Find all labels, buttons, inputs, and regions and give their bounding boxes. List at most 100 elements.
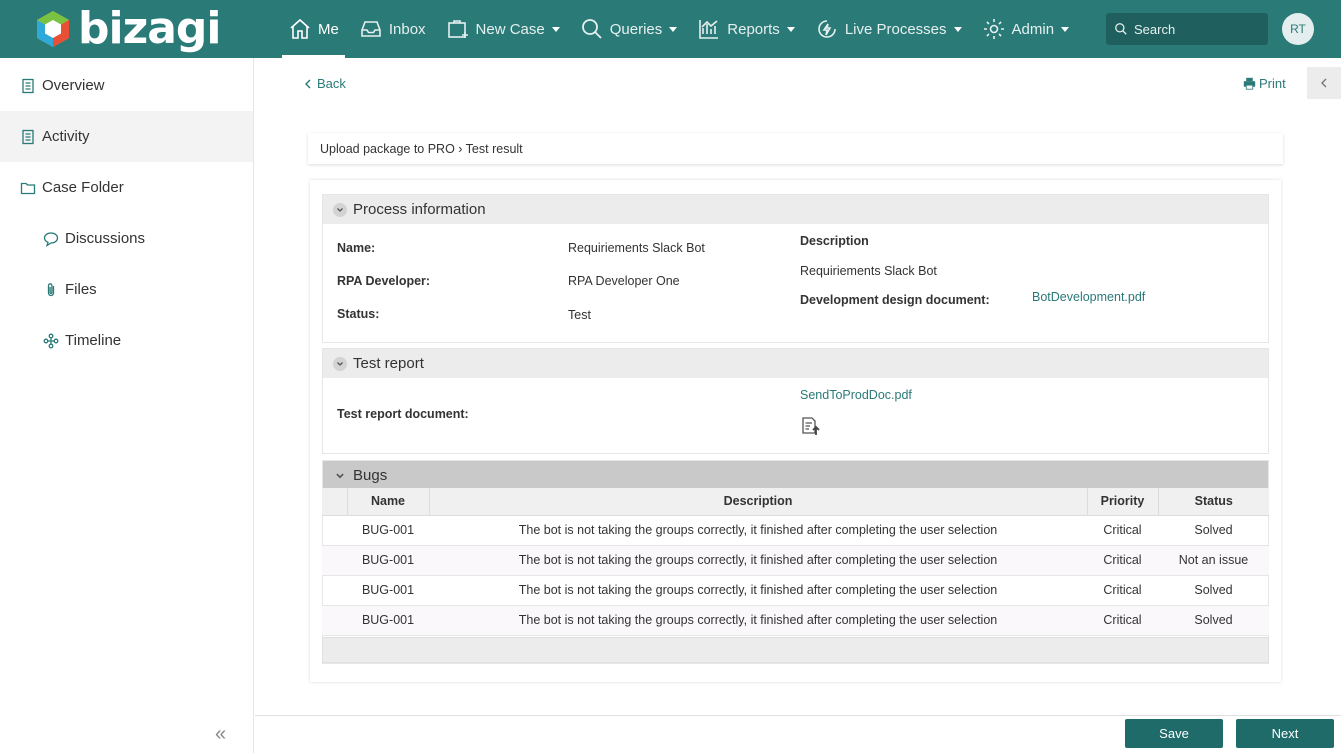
home-icon: [290, 18, 310, 39]
nav-queries[interactable]: Queries: [570, 0, 688, 58]
sidebar-item-label: Timeline: [65, 332, 122, 349]
section-title: Bugs: [353, 467, 388, 484]
new-case-icon: [447, 20, 468, 38]
nav-inbox[interactable]: Inbox: [349, 0, 436, 58]
table-row[interactable]: BUG-001 The bot is not taking the groups…: [322, 605, 1269, 636]
document-icon: [22, 78, 34, 93]
main-nav: Me Inbox New Case Queries Reports Live P…: [278, 0, 1079, 58]
nav-me-label: Me: [318, 20, 339, 38]
table-header-description[interactable]: Description: [429, 488, 1088, 516]
table-footer: [322, 637, 1269, 663]
chevron-down-icon: [953, 26, 962, 32]
bug-priority: Critical: [1087, 575, 1158, 606]
sidebar-item-label: Discussions: [65, 230, 146, 247]
nav-inbox-label: Inbox: [388, 20, 426, 38]
sidebar-item-discussions[interactable]: Discussions: [0, 213, 253, 264]
bug-name: BUG-001: [347, 605, 429, 636]
section-title: Test report: [353, 355, 424, 372]
table-header-status[interactable]: Status: [1158, 488, 1269, 516]
upload-file-icon[interactable]: [801, 416, 821, 436]
sidebar-item-activity[interactable]: Activity: [0, 111, 253, 162]
bug-name: BUG-001: [347, 575, 429, 606]
name-value: Requiriements Slack Bot: [568, 241, 705, 255]
nav-reports-label: Reports: [727, 20, 780, 38]
design-document-label: Development design document:: [800, 293, 990, 307]
sidebar-item-label: Activity: [42, 128, 90, 145]
timeline-icon: [43, 333, 59, 348]
test-report-document-link[interactable]: SendToProdDoc.pdf: [800, 388, 912, 402]
search-icon: [581, 19, 602, 39]
bug-name: BUG-001: [347, 515, 429, 546]
search-input[interactable]: [1134, 21, 1254, 37]
nav-admin-label: Admin: [1011, 20, 1055, 38]
test-report-document-label: Test report document:: [337, 407, 469, 421]
next-button[interactable]: Next: [1236, 719, 1334, 748]
status-label: Status:: [337, 307, 380, 321]
bug-status: Solved: [1158, 605, 1269, 636]
inbox-icon: [361, 21, 381, 37]
rpa-developer-value: RPA Developer One: [568, 274, 680, 288]
chevron-down-icon: [333, 356, 347, 371]
chevron-down-icon: [669, 26, 678, 32]
back-label: Back: [317, 76, 346, 91]
back-link[interactable]: Back: [302, 76, 346, 91]
expand-panel-button[interactable]: [1307, 67, 1341, 99]
nav-reports[interactable]: Reports: [687, 0, 805, 58]
top-navigation-bar: bizagi Me Inbox New Case Queries Reports: [0, 0, 1341, 58]
avatar[interactable]: RT: [1282, 13, 1314, 45]
table-header-name[interactable]: Name: [347, 488, 430, 516]
folder-icon: [20, 182, 36, 194]
description-value: Requiriements Slack Bot: [800, 264, 937, 278]
rpa-developer-label: RPA Developer:: [337, 274, 431, 288]
row-spacer: [322, 515, 347, 546]
process-information-section: Process information: [322, 194, 1269, 343]
lightning-icon: [818, 20, 836, 38]
document-icon: [22, 129, 34, 144]
table-header-spacer: [322, 488, 348, 516]
name-label: Name:: [337, 241, 376, 255]
nav-queries-label: Queries: [609, 20, 663, 38]
breadcrumb: Upload package to PRO › Test result: [308, 133, 1283, 164]
sidebar-item-files[interactable]: Files: [0, 264, 253, 315]
table-row[interactable]: BUG-001 The bot is not taking the groups…: [322, 515, 1269, 546]
table-row[interactable]: BUG-001 The bot is not taking the groups…: [322, 545, 1269, 576]
description-label: Description: [800, 234, 869, 248]
nav-live-processes[interactable]: Live Processes: [805, 0, 972, 58]
search-icon: [1115, 23, 1127, 35]
bug-status: Solved: [1158, 515, 1269, 546]
bug-description: The bot is not taking the groups correct…: [429, 515, 1087, 546]
status-value: Test: [568, 308, 591, 322]
save-button[interactable]: Save: [1125, 719, 1223, 748]
logo-text: bizagi: [78, 3, 221, 54]
sidebar-item-overview[interactable]: Overview: [0, 60, 253, 111]
bizagi-hexagon-icon: [37, 11, 69, 47]
chart-icon: [699, 20, 719, 39]
nav-new-case[interactable]: New Case: [436, 0, 570, 58]
table-row[interactable]: BUG-001 The bot is not taking the groups…: [322, 575, 1269, 606]
printer-icon: [1243, 77, 1256, 90]
collapse-sidebar-button[interactable]: «: [215, 723, 226, 746]
design-document-link[interactable]: BotDevelopment.pdf: [1032, 290, 1145, 304]
sidebar-item-case-folder[interactable]: Case Folder: [0, 162, 253, 213]
sidebar-item-label: Case Folder: [42, 179, 124, 196]
process-information-header[interactable]: Process information: [323, 195, 1268, 224]
bug-priority: Critical: [1087, 515, 1158, 546]
chevron-down-icon: [333, 469, 347, 483]
bugs-header[interactable]: Bugs: [323, 461, 1268, 490]
print-button[interactable]: Print: [1243, 76, 1286, 91]
nav-admin[interactable]: Admin: [972, 0, 1080, 58]
search-box[interactable]: [1106, 13, 1268, 45]
bug-status: Not an issue: [1158, 545, 1269, 576]
chevron-down-icon: [551, 26, 560, 32]
table-header-priority[interactable]: Priority: [1087, 488, 1159, 516]
test-report-header[interactable]: Test report: [323, 349, 1268, 378]
sidebar-item-timeline[interactable]: Timeline: [0, 315, 253, 366]
bizagi-logo[interactable]: bizagi: [36, 3, 221, 54]
nav-me[interactable]: Me: [278, 0, 349, 58]
section-title: Process information: [353, 201, 486, 218]
chevron-left-icon: [1321, 78, 1327, 88]
row-spacer: [322, 545, 347, 576]
nav-live-processes-label: Live Processes: [844, 20, 947, 38]
bug-status: Solved: [1158, 575, 1269, 606]
print-label: Print: [1259, 76, 1286, 91]
